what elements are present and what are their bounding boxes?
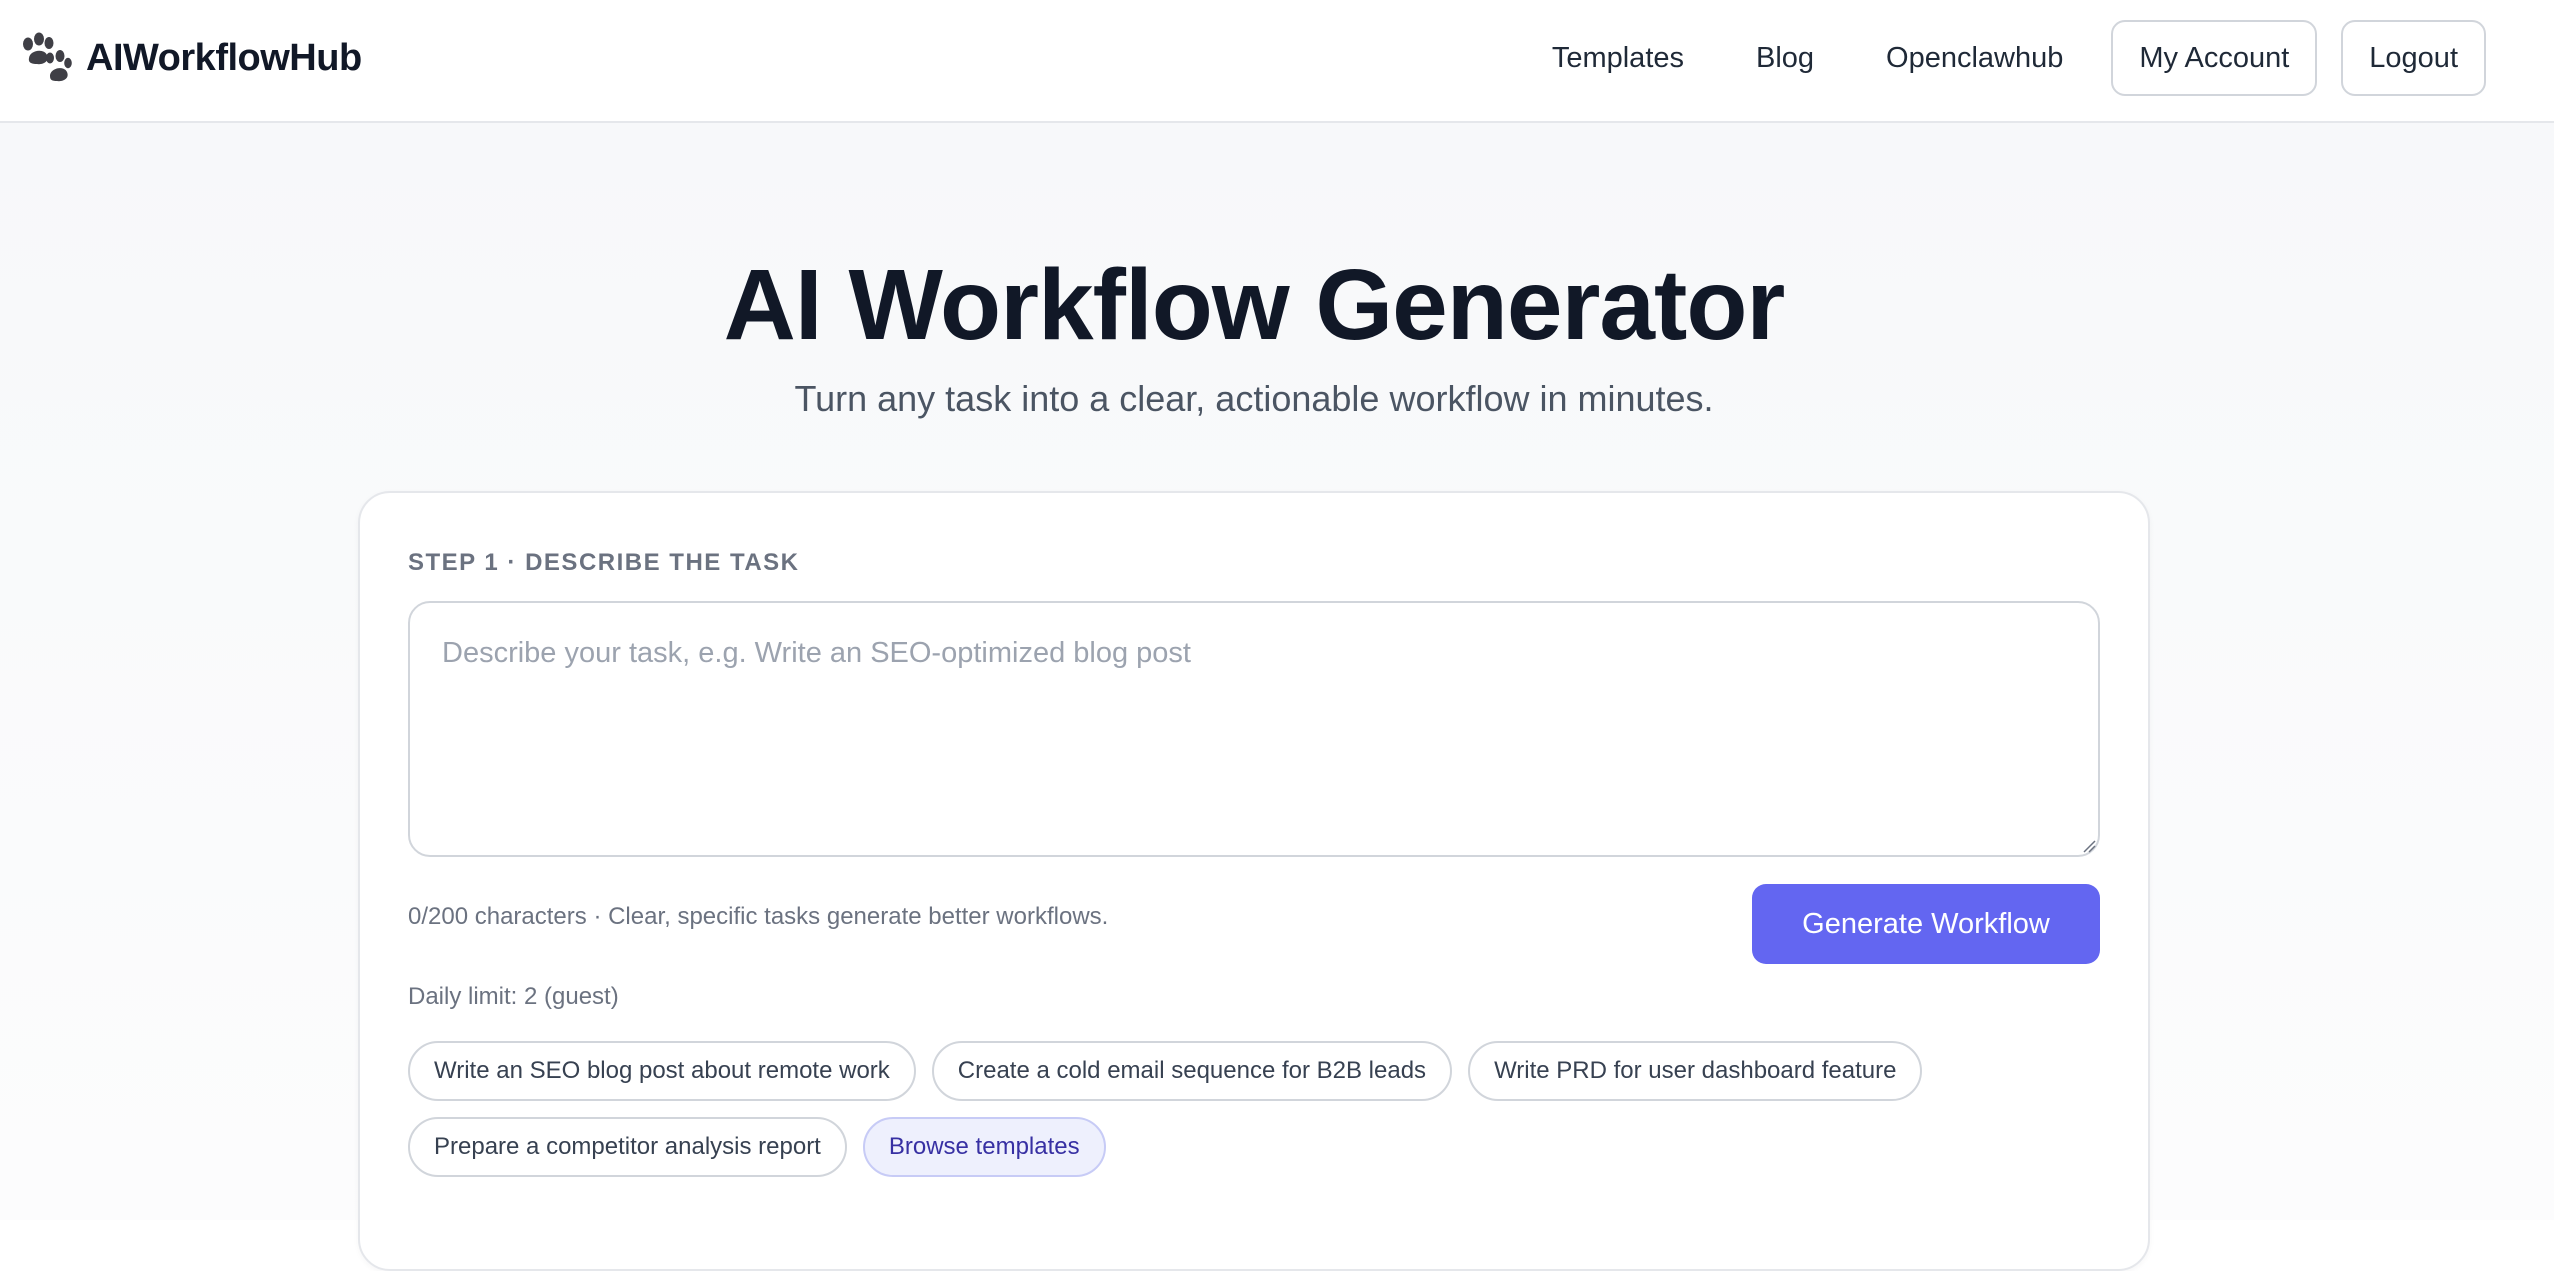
suggestion-chip[interactable]: Create a cold email sequence for B2B lea… (931, 1041, 1453, 1101)
logout-button[interactable]: Logout (2341, 20, 2486, 96)
my-account-button[interactable]: My Account (2111, 20, 2318, 96)
task-input[interactable] (408, 601, 2100, 857)
page-title: AI Workflow Generator (723, 249, 1786, 361)
suggestion-chip[interactable]: Write PRD for user dashboard feature (1468, 1041, 1923, 1101)
step-label: STEP 1 · DESCRIBE THE TASK (408, 549, 800, 576)
nav-templates[interactable]: Templates (1552, 42, 1684, 75)
suggestion-chip[interactable]: Write an SEO blog post about remote work (408, 1041, 916, 1101)
nav-blog[interactable]: Blog (1756, 42, 1814, 75)
suggestion-chips: Write an SEO blog post about remote work… (408, 1041, 2108, 1177)
character-counter: 0/200 characters · Clear, specific tasks… (408, 903, 1109, 930)
resize-handle-icon[interactable] (2082, 839, 2096, 853)
main-nav: Templates Blog Openclawhub My Account Lo… (1552, 20, 2486, 96)
brand-link[interactable]: AIWorkflowHub (20, 30, 362, 86)
generator-card: STEP 1 · DESCRIBE THE TASK 0/200 charact… (358, 491, 2150, 1271)
generate-workflow-button[interactable]: Generate Workflow (1752, 884, 2100, 964)
main-content: AI Workflow Generator Turn any task into… (0, 123, 2554, 1271)
paw-icon (20, 32, 72, 84)
site-header: AIWorkflowHub Templates Blog Openclawhub… (0, 0, 2554, 123)
brand-name: AIWorkflowHub (86, 36, 362, 79)
daily-limit-text: Daily limit: 2 (guest) (408, 983, 619, 1010)
page-subtitle: Turn any task into a clear, actionable w… (794, 378, 1714, 419)
browse-templates-chip[interactable]: Browse templates (862, 1117, 1106, 1177)
suggestion-chip[interactable]: Prepare a competitor analysis report (408, 1117, 847, 1177)
nav-openclawhub[interactable]: Openclawhub (1886, 42, 2063, 75)
